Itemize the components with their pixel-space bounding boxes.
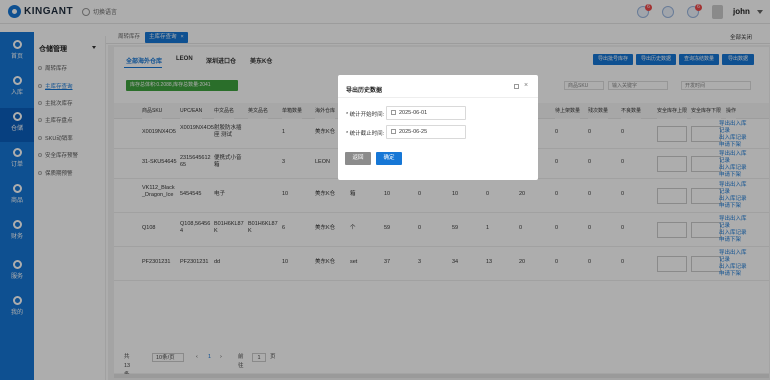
start-date-value: 2025-06-01 bbox=[399, 110, 428, 116]
start-time-label: * 统计开始时间: bbox=[346, 112, 385, 118]
maximize-icon[interactable] bbox=[514, 84, 519, 89]
confirm-button[interactable]: 确定 bbox=[376, 152, 402, 165]
end-date-input[interactable]: 2025-06-25 bbox=[386, 125, 466, 139]
end-date-value: 2025-06-25 bbox=[399, 129, 428, 135]
cancel-button[interactable]: 返回 bbox=[345, 152, 371, 165]
divider bbox=[338, 97, 538, 98]
modal-overlay[interactable] bbox=[0, 0, 770, 380]
dialog-title: 导出历史数据 bbox=[346, 88, 383, 94]
export-history-dialog: 导出历史数据 × * 统计开始时间: 2025-06-01 * 统计截止时间: … bbox=[338, 75, 538, 180]
close-icon[interactable]: × bbox=[524, 82, 528, 89]
start-date-input[interactable]: 2025-06-01 bbox=[386, 106, 466, 120]
end-time-label: * 统计截止时间: bbox=[346, 131, 385, 137]
calendar-icon bbox=[391, 110, 396, 115]
calendar-icon bbox=[391, 129, 396, 134]
